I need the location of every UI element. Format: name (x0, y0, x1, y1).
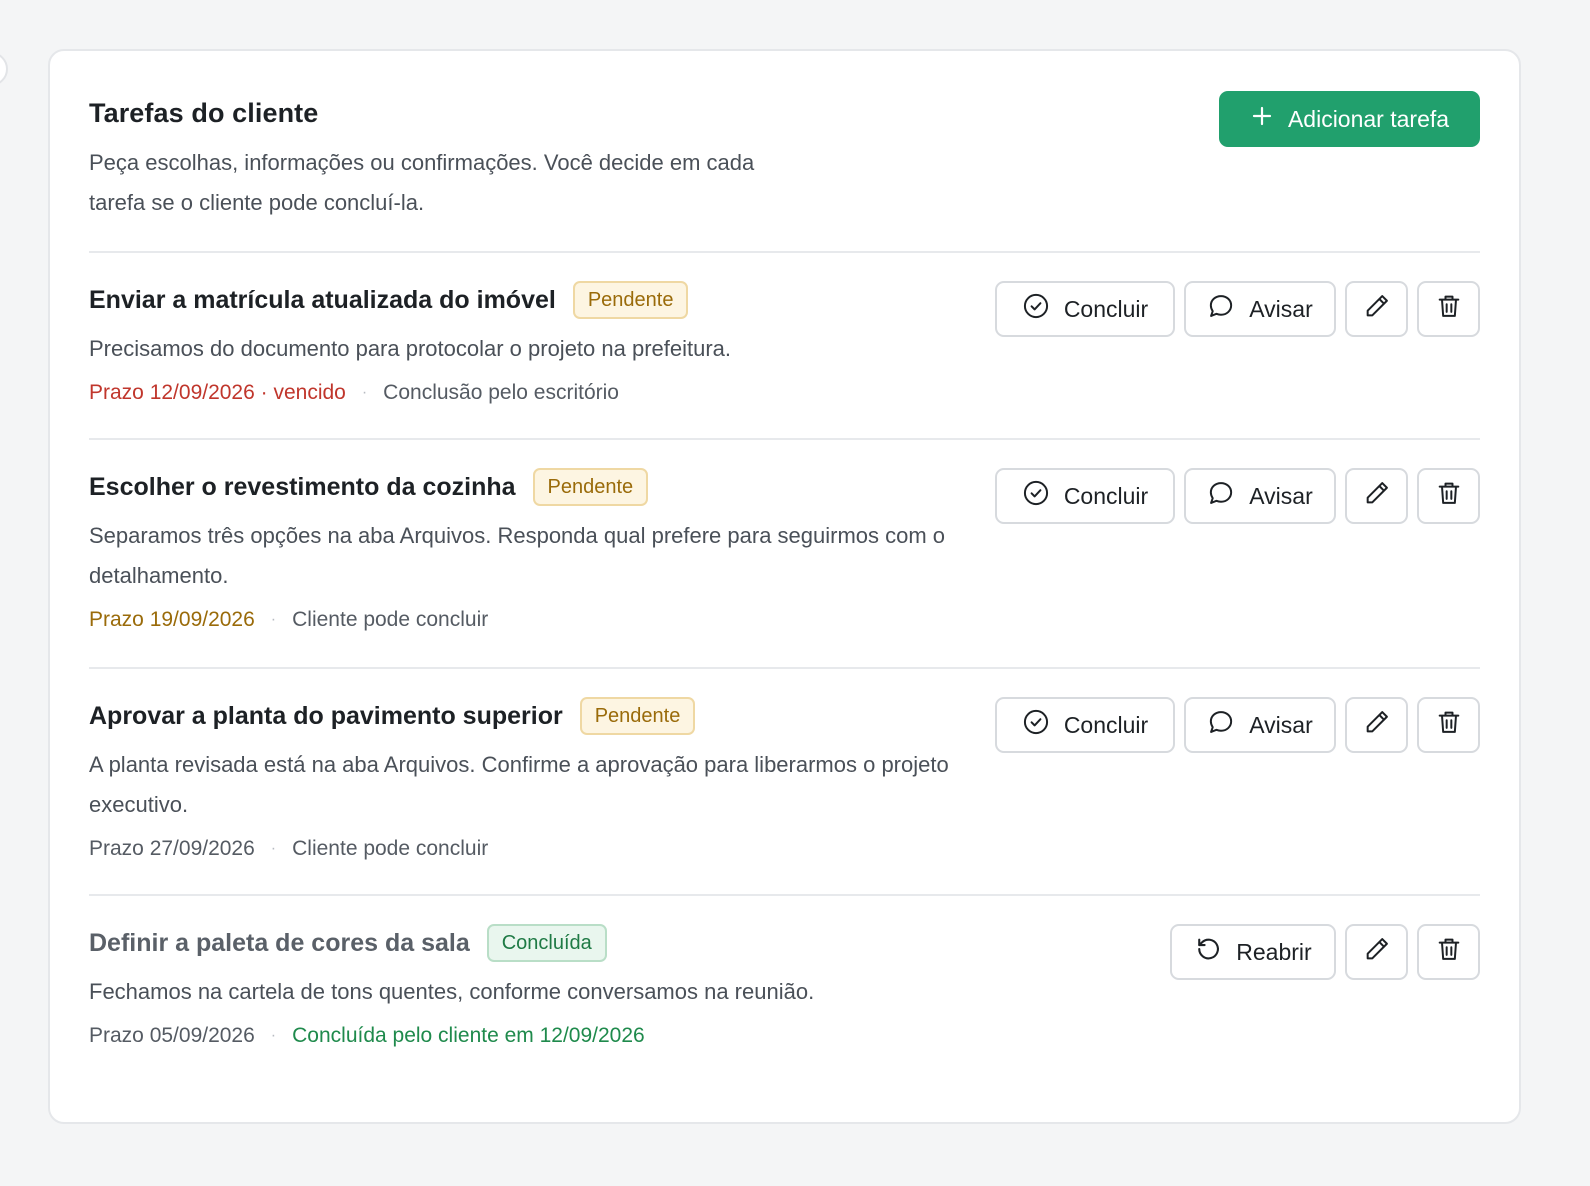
pencil-icon (1363, 292, 1391, 326)
trash-icon (1435, 292, 1463, 326)
complete-button[interactable]: Concluir (995, 697, 1175, 753)
task-description: A planta revisada está na aba Arquivos. … (89, 752, 949, 817)
task-description: Separamos três opções na aba Arquivos. R… (89, 523, 946, 588)
task-completion-info: Conclusão pelo escritório (383, 381, 619, 404)
delete-button[interactable] (1417, 281, 1480, 337)
task-actions: Reabrir (1170, 924, 1480, 980)
message-bubble-icon (1207, 292, 1235, 326)
status-badge: Pendente (579, 697, 696, 735)
check-circle-icon (1022, 479, 1050, 513)
task-title: Escolher o revestimento da cozinha (89, 473, 516, 501)
task-actions: Concluir Avisar (995, 468, 1480, 524)
notify-label: Avisar (1249, 711, 1313, 738)
notify-label: Avisar (1249, 295, 1313, 322)
message-bubble-icon (1207, 708, 1235, 742)
trash-icon (1435, 935, 1463, 969)
check-circle-icon (1022, 708, 1050, 742)
meta-separator: · (270, 840, 277, 857)
task-description: Precisamos do documento para protocolar … (89, 336, 732, 361)
task-actions: Concluir Avisar (995, 281, 1480, 337)
rotate-ccw-icon (1194, 935, 1222, 969)
notify-label: Avisar (1249, 482, 1313, 509)
check-circle-icon (1022, 292, 1050, 326)
meta-separator: · (270, 611, 277, 628)
edit-button[interactable] (1345, 468, 1408, 524)
task-item: Definir a paleta de cores da sala Conclu… (89, 894, 1480, 1084)
edit-button[interactable] (1345, 697, 1408, 753)
complete-label: Concluir (1063, 482, 1149, 509)
client-tasks-card: Tarefas do cliente Peça escolhas, inform… (48, 49, 1521, 1124)
task-actions: Concluir Avisar (995, 697, 1480, 753)
status-badge: Pendente (532, 468, 649, 506)
pencil-icon (1363, 479, 1391, 513)
task-item: Escolher o revestimento da cozinha Pende… (89, 438, 1480, 667)
side-panel-toggle[interactable] (0, 52, 8, 86)
task-meta: Prazo 12/09/2026 · vencido · Conclusão p… (89, 377, 1480, 409)
task-title: Aprovar a planta do pavimento superior (89, 702, 563, 730)
pencil-icon (1363, 935, 1391, 969)
task-due-date: Prazo 12/09/2026 · vencido (89, 381, 346, 404)
add-task-label: Adicionar tarefa (1287, 105, 1450, 132)
delete-button[interactable] (1417, 697, 1480, 753)
edit-button[interactable] (1345, 924, 1408, 980)
edit-button[interactable] (1345, 281, 1408, 337)
task-completion-info: Cliente pode concluir (292, 608, 489, 631)
task-item: Enviar a matrícula atualizada do imóvel … (89, 251, 1480, 439)
reopen-label: Reabrir (1236, 938, 1312, 965)
meta-separator: · (361, 384, 368, 401)
task-item: Aprovar a planta do pavimento superior P… (89, 667, 1480, 895)
task-due-date: Prazo 27/09/2026 (89, 837, 255, 860)
task-description: Fechamos na cartela de tons quentes, con… (89, 979, 815, 1004)
trash-icon (1435, 708, 1463, 742)
complete-label: Concluir (1063, 295, 1149, 322)
complete-button[interactable]: Concluir (995, 468, 1175, 524)
task-completion-info: Cliente pode concluir (292, 837, 489, 860)
task-due-date: Prazo 05/09/2026 (89, 1024, 255, 1047)
notify-button[interactable]: Avisar (1184, 281, 1336, 337)
task-meta: Prazo 27/09/2026 · Cliente pode concluir (89, 833, 1480, 865)
task-meta: Prazo 05/09/2026 · Concluída pelo client… (89, 1020, 1480, 1052)
card-description: Peça escolhas, informações ou confirmaçõ… (89, 150, 755, 215)
status-badge: Pendente (572, 281, 689, 319)
trash-icon (1435, 479, 1463, 513)
add-task-button[interactable]: Adicionar tarefa (1219, 91, 1480, 147)
meta-separator: · (270, 1027, 277, 1044)
status-badge: Concluída (486, 924, 607, 962)
card-header: Tarefas do cliente Peça escolhas, inform… (89, 91, 1480, 255)
notify-button[interactable]: Avisar (1184, 697, 1336, 753)
plus-icon (1250, 104, 1274, 134)
delete-button[interactable] (1417, 468, 1480, 524)
task-meta: Prazo 19/09/2026 · Cliente pode concluir (89, 604, 1480, 636)
notify-button[interactable]: Avisar (1184, 468, 1336, 524)
complete-button[interactable]: Concluir (995, 281, 1175, 337)
delete-button[interactable] (1417, 924, 1480, 980)
complete-label: Concluir (1063, 711, 1149, 738)
task-due-date: Prazo 19/09/2026 (89, 608, 255, 631)
task-title: Enviar a matrícula atualizada do imóvel (89, 286, 556, 314)
message-bubble-icon (1207, 479, 1235, 513)
pencil-icon (1363, 708, 1391, 742)
reopen-button[interactable]: Reabrir (1170, 924, 1336, 980)
task-title: Definir a paleta de cores da sala (89, 929, 470, 957)
task-completion-info: Concluída pelo cliente em 12/09/2026 (292, 1024, 645, 1047)
